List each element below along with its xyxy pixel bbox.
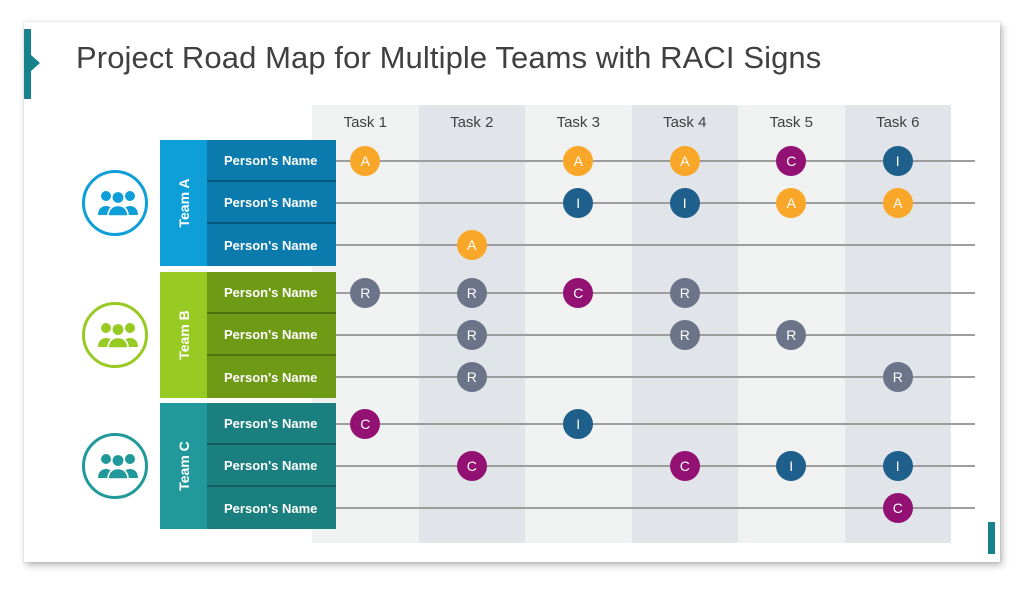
team-person-list: Person's Name Person's Name Person's Name [207, 403, 336, 529]
task-column-header: Task 4 [663, 114, 707, 131]
task-column-header: Task 6 [876, 114, 920, 131]
person-row[interactable]: Person's Name [207, 356, 336, 398]
task-track-line [312, 160, 975, 162]
raci-grid: Task 1 Task 2 Task 3 Task 4 Task 5 Task 6 A A A C… [312, 105, 975, 543]
raci-marker-i[interactable]: I [882, 146, 913, 176]
raci-marker-r[interactable]: R [456, 362, 487, 392]
team-person-list: Person's Name Person's Name Person's Name [207, 272, 336, 398]
person-row[interactable]: Person's Name [207, 403, 336, 445]
raci-marker-r[interactable]: R [456, 320, 487, 350]
raci-marker-c[interactable]: C [669, 451, 700, 481]
task-column-header: Task 3 [556, 114, 600, 131]
team-name-tab: Team C [160, 403, 207, 529]
person-row[interactable]: Person's Name [207, 140, 336, 182]
task-column-header: Task 2 [450, 114, 494, 131]
team-name-tab: Team B [160, 272, 207, 398]
raci-marker-c[interactable]: C [456, 451, 487, 481]
person-row[interactable]: Person's Name [207, 182, 336, 224]
person-row[interactable]: Person's Name [207, 445, 336, 487]
task-track-line [312, 507, 975, 509]
team-name-label: Team A [175, 178, 192, 228]
team-people-icon [82, 170, 148, 236]
team-person-list: Person's Name Person's Name Person's Name [207, 140, 336, 266]
page-title: Project Road Map for Multiple Teams with… [76, 40, 822, 75]
screenshot-root: Project Road Map for Multiple Teams with… [0, 0, 1024, 589]
raci-marker-c[interactable]: C [882, 493, 913, 523]
task-column-header: Task 1 [343, 114, 387, 131]
raci-marker-a[interactable]: A [669, 146, 700, 176]
task-track-line [312, 465, 975, 467]
task-track-line [312, 423, 975, 425]
bottom-right-accent-bar [988, 522, 995, 554]
people-group-icon [98, 453, 138, 480]
team-people-icon [82, 302, 148, 368]
team-name-label: Team B [175, 310, 192, 360]
raci-marker-r[interactable]: R [882, 362, 913, 392]
raci-marker-i[interactable]: I [882, 451, 913, 481]
team-name-label: Team C [175, 441, 192, 491]
team-name-tab: Team A [160, 140, 207, 266]
slide-content: Project Road Map for Multiple Teams with… [24, 22, 1000, 562]
title-arrow-icon [31, 55, 40, 71]
raci-marker-i[interactable]: I [669, 188, 700, 218]
task-track-line [312, 244, 975, 246]
team-block: Team B Person's Name Person's Name Person's… [160, 272, 336, 398]
raci-marker-r[interactable]: R [669, 320, 700, 350]
person-row[interactable]: Person's Name [207, 224, 336, 266]
people-group-icon [98, 322, 138, 349]
task-column-header: Task 5 [769, 114, 813, 131]
title-accent-bar [24, 29, 31, 99]
task-track-line [312, 334, 975, 336]
team-block: Team C Person's Name Person's Name Person's… [160, 403, 336, 529]
person-row[interactable]: Person's Name [207, 272, 336, 314]
raci-marker-a[interactable]: A [456, 230, 487, 260]
people-group-icon [98, 190, 138, 217]
raci-marker-r[interactable]: R [456, 278, 487, 308]
team-people-icon [82, 433, 148, 499]
task-track-line [312, 292, 975, 294]
raci-marker-r[interactable]: R [669, 278, 700, 308]
task-track-line [312, 376, 975, 378]
team-block: Team A Person's Name Person's Name Person's… [160, 140, 336, 266]
person-row[interactable]: Person's Name [207, 487, 336, 529]
person-row[interactable]: Person's Name [207, 314, 336, 356]
task-track-line [312, 202, 975, 204]
slide-card: Project Road Map for Multiple Teams with… [24, 22, 1000, 562]
raci-marker-a[interactable]: A [882, 188, 913, 218]
